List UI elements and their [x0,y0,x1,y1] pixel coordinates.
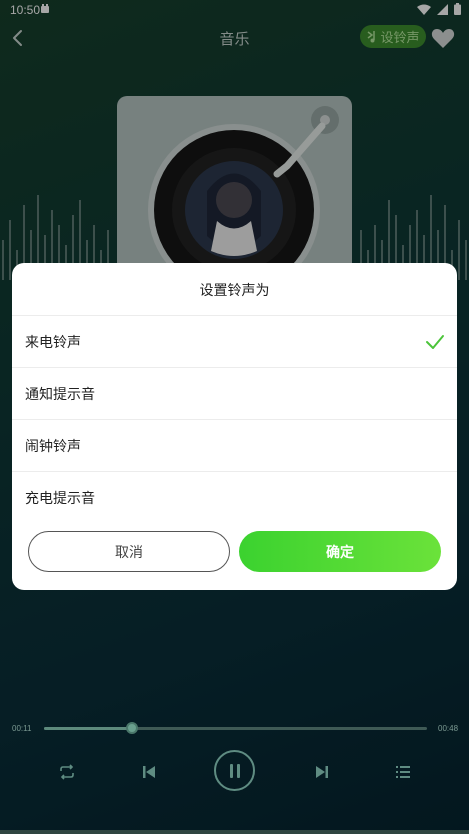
elapsed-time: 00:11 [12,724,32,733]
option-label: 充电提示音 [25,491,95,507]
next-track-button[interactable] [311,761,333,783]
progress-slider[interactable] [44,722,427,734]
pause-button[interactable] [214,750,255,791]
playlist-button[interactable] [392,761,414,783]
duration-time: 00:48 [438,724,459,733]
repeat-mode-button[interactable] [56,761,78,783]
previous-track-button[interactable] [138,761,160,783]
progress-fill [44,727,133,730]
progress-thumb[interactable] [126,722,139,734]
cancel-button[interactable]: 取消 [28,531,230,572]
option-incoming-call[interactable]: 来电铃声 [12,315,457,367]
repeat-icon [60,764,74,780]
dialog-title: 设置铃声为 [199,283,270,299]
next-icon [316,766,328,778]
playlist-icon [396,766,410,778]
option-label: 闹钟铃声 [25,439,81,455]
option-notification[interactable]: 通知提示音 [12,367,457,419]
gesture-bar [0,830,469,834]
confirm-button[interactable]: 确定 [239,531,441,572]
option-charging[interactable]: 充电提示音 [12,471,457,523]
option-alarm[interactable]: 闹钟铃声 [12,419,457,471]
previous-icon [143,766,155,778]
option-label: 来电铃声 [25,335,81,351]
check-icon [426,335,444,349]
ringtone-dialog: 设置铃声为 来电铃声 通知提示音 闹钟铃声 充电提示音 取消 确定 [12,263,457,590]
option-label: 通知提示音 [25,387,95,403]
pause-icon [229,763,240,778]
